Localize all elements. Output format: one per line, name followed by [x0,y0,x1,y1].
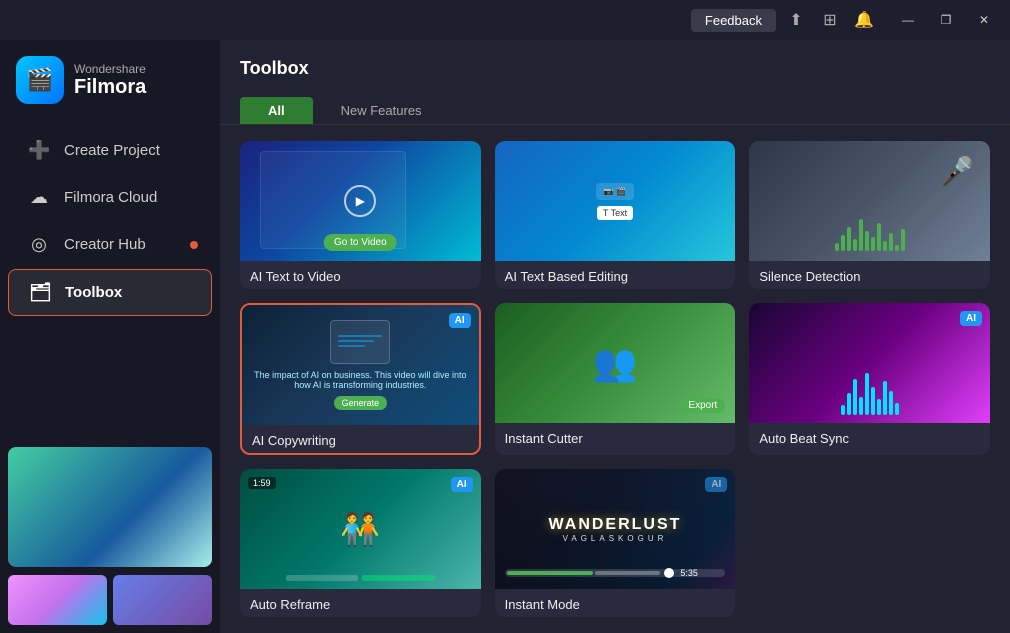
ai-badge: AI [451,477,473,492]
grid-icon[interactable]: ⊞ [816,6,844,34]
tool-label: AI Copywriting [242,425,479,455]
play-icon: ▶ [344,185,376,217]
logo-brand: Wondershare [74,62,146,76]
card-thumbnail: ▶ Go to Video [240,141,481,261]
card-thumbnail: 📷 🎬 T Text [495,141,736,261]
tool-card-ai-text-based-editing[interactable]: 📷 🎬 T Text AI Text Based Editing [495,141,736,289]
tool-label: Instant Cutter [495,423,736,454]
sidebar-thumbnails [0,439,220,633]
content-header: Toolbox [220,40,1010,89]
tool-grid: ▶ Go to Video AI Text to Video 📷 🎬 [220,125,1010,633]
ai-badge: AI [960,311,982,326]
instant-mode-timeline: 5:35 [505,569,726,577]
logo-icon: 🎬 [16,56,64,104]
export-button[interactable]: Export [680,398,725,413]
tool-label: AI Text Based Editing [495,261,736,289]
logo-area: 🎬 Wondershare Filmora [0,40,220,120]
tab-new-features[interactable]: New Features [313,97,450,124]
copy-generate-button[interactable]: Generate [334,396,388,410]
toolbox-icon: 🗂 [29,282,51,303]
minimize-button[interactable]: — [890,6,926,34]
sidebar-item-toolbox[interactable]: 🗂 Toolbox [8,269,212,316]
feedback-button[interactable]: Feedback [691,9,776,32]
card-thumbnail: AI WANDERLUST VAGLASKOGUR 5:35 [495,469,736,589]
page-title: Toolbox [240,58,309,78]
create-project-icon: ➕ [28,140,50,161]
card-thumbnail: AI The impact of AI on business. This vi… [242,305,479,425]
sidebar-thumbnail-row [8,575,212,625]
tool-card-ai-text-to-video[interactable]: ▶ Go to Video AI Text to Video [240,141,481,289]
tool-label: Auto Beat Sync [749,423,990,454]
wanderlust-subtitle: VAGLASKOGUR [563,534,668,543]
creator-hub-notification-dot [190,241,198,249]
card-thumbnail: AI [749,303,990,423]
sidebar-item-label: Filmora Cloud [64,189,157,206]
sidebar-item-filmora-cloud[interactable]: ☁ Filmora Cloud [8,175,212,220]
sidebar-item-label: Creator Hub [64,236,146,253]
nav-items: ➕ Create Project ☁ Filmora Cloud ◎ Creat… [0,120,220,324]
window-controls: — ❐ ✕ [890,6,1002,34]
editing-panel: 📷 🎬 [596,183,634,200]
tool-card-auto-reframe[interactable]: AI 1:59 🧑‍🤝‍🧑 Auto Reframe [240,469,481,617]
copy-text: The impact of AI on business. This video… [242,370,479,390]
person-icon: 🧑‍🤝‍🧑 [340,510,380,548]
mic-icon: 🎤 [939,155,974,188]
filmora-cloud-icon: ☁ [28,187,50,208]
beat-waveform [841,373,899,415]
ai-badge: AI [449,313,471,328]
reframe-time: 1:59 [248,477,276,489]
sidebar-item-creator-hub[interactable]: ◎ Creator Hub [8,222,212,267]
creator-hub-icon: ◎ [28,234,50,255]
tool-card-instant-cutter[interactable]: 👥 Export Instant Cutter [495,303,736,455]
people-icon: 👥 [593,342,638,384]
waveform [759,219,980,251]
content-area: Toolbox All New Features ▶ Go to Video A… [220,40,1010,633]
card-thumbnail: AI 1:59 🧑‍🤝‍🧑 [240,469,481,589]
tool-card-ai-copywriting[interactable]: AI The impact of AI on business. This vi… [240,303,481,455]
tab-all[interactable]: All [240,97,313,124]
sidebar-main-thumbnail[interactable] [8,447,212,567]
upload-icon[interactable]: ⬆ [782,6,810,34]
sidebar-item-label: Create Project [64,142,160,159]
timeline-segment [286,575,358,581]
bell-icon[interactable]: 🔔 [850,6,878,34]
tool-card-auto-beat-sync[interactable]: AI Auto Beat Sync [749,303,990,455]
card-thumbnail: 🎤 [749,141,990,261]
timeline-handle[interactable] [664,568,674,578]
go-to-video-button[interactable]: Go to Video [324,234,397,251]
sidebar-thumbnail-2[interactable] [113,575,212,625]
maximize-button[interactable]: ❐ [928,6,964,34]
tool-label: Auto Reframe [240,589,481,617]
sidebar-item-create-project[interactable]: ➕ Create Project [8,128,212,173]
main-layout: 🎬 Wondershare Filmora ➕ Create Project ☁… [0,40,1010,633]
time-label: 5:35 [680,568,698,578]
sidebar: 🎬 Wondershare Filmora ➕ Create Project ☁… [0,40,220,633]
sidebar-thumbnail-1[interactable] [8,575,107,625]
card-thumbnail: 👥 Export [495,303,736,423]
title-bar: Feedback ⬆ ⊞ 🔔 — ❐ ✕ [0,0,1010,40]
logo-product: Filmora [74,76,146,98]
wanderlust-title: WANDERLUST [549,516,682,534]
tool-label: Instant Mode [495,589,736,617]
copy-monitor [330,320,390,364]
tool-card-silence-detection[interactable]: 🎤 Si [749,141,990,289]
tool-label: AI Text to Video [240,261,481,289]
timeline-segment-active [362,575,434,581]
text-badge: T Text [597,206,633,220]
close-button[interactable]: ✕ [966,6,1002,34]
tool-label: Silence Detection [749,261,990,289]
tab-bar: All New Features [220,89,1010,125]
tool-card-instant-mode[interactable]: AI WANDERLUST VAGLASKOGUR 5:35 Instant M… [495,469,736,617]
sidebar-item-label: Toolbox [65,284,122,301]
